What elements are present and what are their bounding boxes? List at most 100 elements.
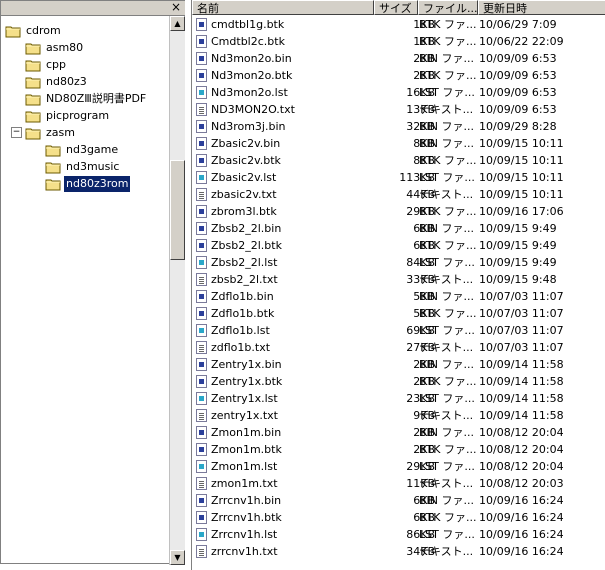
tree-item[interactable]: cdrom: [5, 23, 63, 39]
tree-item[interactable]: nd80z3rom: [45, 175, 132, 193]
file-name: zbsb2_2l.txt: [211, 273, 278, 286]
tree-item[interactable]: picprogram: [25, 108, 111, 124]
file-name: Zmon1m.lst: [211, 460, 278, 473]
file-row[interactable]: zbrom3l.btk 29KB BTK ファ... 10/09/16 17:06: [192, 203, 602, 220]
file-type: テキスト...: [419, 409, 474, 422]
tree-item[interactable]: nd3music: [45, 159, 121, 175]
tree-item[interactable]: asm80: [25, 40, 85, 56]
file-type: BTK ファ...: [419, 18, 477, 31]
file-date: 10/09/15 9:49: [479, 256, 557, 269]
file-row[interactable]: Nd3rom3j.bin 32KB BIN ファ... 10/09/29 8:28: [192, 118, 602, 135]
text-file-icon: [196, 103, 207, 116]
file-date: 10/09/29 8:28: [479, 120, 557, 133]
file-row[interactable]: Zrrcnv1h.lst 86KB LST ファ... 10/09/16 16:24: [192, 526, 602, 543]
binary-file-icon: [196, 426, 207, 439]
text-file-icon: [196, 477, 207, 490]
file-row[interactable]: zbasic2v.txt 44KB テキスト... 10/09/15 10:11: [192, 186, 602, 203]
file-type: LST ファ...: [419, 324, 475, 337]
file-row[interactable]: zbsb2_2l.txt 33KB テキスト... 10/09/15 9:48: [192, 271, 602, 288]
file-row[interactable]: Zdflo1b.btk 5KB BTK ファ... 10/07/03 11:07: [192, 305, 602, 322]
binary-file-icon: [196, 137, 207, 150]
file-date: 10/09/09 6:53: [479, 52, 557, 65]
file-row[interactable]: Nd3mon2o.lst 16KB LST ファ... 10/09/09 6:53: [192, 84, 602, 101]
file-row[interactable]: Zmon1m.bin 2KB BIN ファ... 10/08/12 20:04: [192, 424, 602, 441]
tree-item[interactable]: nd80z3: [25, 74, 89, 90]
tree-item-label: nd80z3: [46, 75, 87, 88]
binary-file-icon: [196, 222, 207, 235]
file-name: Zrrcnv1h.lst: [211, 528, 278, 541]
file-type: BIN ファ...: [419, 426, 475, 439]
file-name: zbrom3l.btk: [211, 205, 277, 218]
file-date: 10/09/15 10:11: [479, 188, 564, 201]
file-row[interactable]: Zdflo1b.bin 5KB BIN ファ... 10/07/03 11:07: [192, 288, 602, 305]
file-date: 10/09/15 10:11: [479, 171, 564, 184]
file-type: BIN ファ...: [419, 494, 475, 507]
file-row[interactable]: Zbsb2_2l.lst 84KB LST ファ... 10/09/15 9:49: [192, 254, 602, 271]
binary-file-icon: [196, 69, 207, 82]
tree-item[interactable]: nd3game: [45, 142, 120, 158]
file-name: Zdflo1b.btk: [211, 307, 275, 320]
column-header: 名前 サイズ ファイル... 更新日時: [192, 0, 605, 16]
file-row[interactable]: Zrrcnv1h.btk 6KB BTK ファ... 10/09/16 16:24: [192, 509, 602, 526]
file-row[interactable]: ND3MON2O.txt 13KB テキスト... 10/09/09 6:53: [192, 101, 602, 118]
scroll-thumb[interactable]: [170, 160, 185, 260]
file-row[interactable]: Zbasic2v.lst 113KB LST ファ... 10/09/15 10:11: [192, 169, 602, 186]
file-row[interactable]: zrrcnv1h.txt 34KB テキスト... 10/09/16 16:24: [192, 543, 602, 560]
file-row[interactable]: cmdtbl1g.btk 1KB BTK ファ... 10/06/29 7:09: [192, 16, 602, 33]
file-name: zrrcnv1h.txt: [211, 545, 278, 558]
file-row[interactable]: Zentry1x.btk 2KB BTK ファ... 10/09/14 11:58: [192, 373, 602, 390]
folder-icon: [45, 162, 61, 173]
file-row[interactable]: Zentry1x.bin 2KB BIN ファ... 10/09/14 11:58: [192, 356, 602, 373]
file-type: テキスト...: [419, 103, 474, 116]
file-type: BTK ファ...: [419, 69, 477, 82]
file-name: Zbasic2v.btk: [211, 154, 281, 167]
folder-icon: [25, 111, 41, 122]
file-name: Zbsb2_2l.bin: [211, 222, 282, 235]
file-row[interactable]: Zbsb2_2l.bin 6KB BIN ファ... 10/09/15 9:49: [192, 220, 602, 237]
file-row[interactable]: Cmdtbl2c.btk 1KB BTK ファ... 10/06/22 22:09: [192, 33, 602, 50]
folder-icon: [45, 179, 61, 190]
tree-item[interactable]: zasm: [25, 125, 77, 141]
file-name: Zbsb2_2l.btk: [211, 239, 282, 252]
file-row[interactable]: Zdflo1b.lst 69KB LST ファ... 10/07/03 11:07: [192, 322, 602, 339]
file-row[interactable]: Nd3mon2o.btk 2KB BTK ファ... 10/09/09 6:53: [192, 67, 602, 84]
tree-scrollbar[interactable]: ▲ ▼: [169, 16, 185, 565]
file-row[interactable]: Zmon1m.lst 29KB LST ファ... 10/08/12 20:04: [192, 458, 602, 475]
close-icon[interactable]: ×: [170, 1, 182, 14]
file-row[interactable]: Nd3mon2o.bin 2KB BIN ファ... 10/09/09 6:53: [192, 50, 602, 67]
file-type: BTK ファ...: [419, 239, 477, 252]
tree-item[interactable]: cpp: [25, 57, 68, 73]
file-date: 10/07/03 11:07: [479, 324, 564, 337]
file-type: LST ファ...: [419, 392, 475, 405]
scroll-up-icon[interactable]: ▲: [170, 16, 185, 31]
file-name: Nd3rom3j.bin: [211, 120, 286, 133]
column-type-header[interactable]: ファイル...: [418, 0, 478, 15]
binary-file-icon: [196, 307, 207, 320]
file-row[interactable]: zentry1x.txt 9KB テキスト... 10/09/14 11:58: [192, 407, 602, 424]
collapse-toggle-icon[interactable]: −: [11, 127, 22, 138]
column-name-header[interactable]: 名前: [192, 0, 374, 15]
file-type: テキスト...: [419, 545, 474, 558]
column-size-header[interactable]: サイズ: [374, 0, 418, 15]
file-row[interactable]: zmon1m.txt 11KB テキスト... 10/08/12 20:03: [192, 475, 602, 492]
file-name: ND3MON2O.txt: [211, 103, 295, 116]
file-type: LST ファ...: [419, 171, 475, 184]
folder-icon: [25, 43, 41, 54]
tree-item[interactable]: ND80ZⅢ説明書PDF: [25, 91, 148, 107]
file-row[interactable]: Zbasic2v.bin 8KB BIN ファ... 10/09/15 10:11: [192, 135, 602, 152]
folder-icon: [25, 128, 41, 139]
file-row[interactable]: Zbasic2v.btk 8KB BTK ファ... 10/09/15 10:11: [192, 152, 602, 169]
file-date: 10/09/14 11:58: [479, 409, 564, 422]
file-date: 10/07/03 11:07: [479, 341, 564, 354]
file-type: BTK ファ...: [419, 205, 477, 218]
file-row[interactable]: Zrrcnv1h.bin 6KB BIN ファ... 10/09/16 16:24: [192, 492, 602, 509]
column-date-header[interactable]: 更新日時: [478, 0, 605, 15]
scroll-down-icon[interactable]: ▼: [170, 550, 185, 565]
file-date: 10/07/03 11:07: [479, 307, 564, 320]
file-name: Zdflo1b.bin: [211, 290, 274, 303]
file-row[interactable]: zdflo1b.txt 27KB テキスト... 10/07/03 11:07: [192, 339, 602, 356]
file-row[interactable]: Zentry1x.lst 23KB LST ファ... 10/09/14 11:58: [192, 390, 602, 407]
file-type: BTK ファ...: [419, 511, 477, 524]
file-row[interactable]: Zbsb2_2l.btk 6KB BTK ファ... 10/09/15 9:49: [192, 237, 602, 254]
file-row[interactable]: Zmon1m.btk 2KB BTK ファ... 10/08/12 20:04: [192, 441, 602, 458]
